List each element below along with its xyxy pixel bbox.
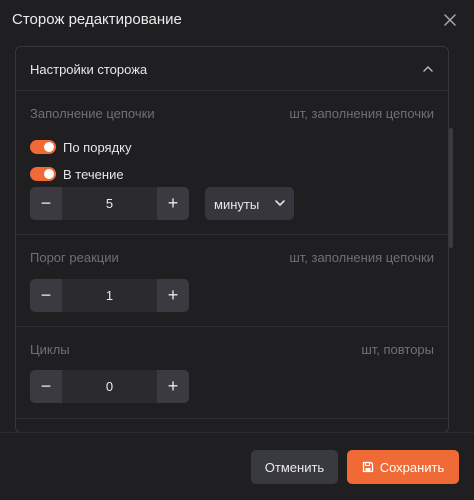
decrement-button[interactable]: − xyxy=(30,187,62,220)
close-icon xyxy=(444,14,456,26)
time-unit-value: минуты xyxy=(214,197,260,212)
cycles-value[interactable]: 0 xyxy=(64,370,155,403)
dialog-titlebar: Сторож редактирование xyxy=(0,0,474,40)
fill-stepper: − 5 + xyxy=(30,187,189,220)
cycles-unit: шт, повторы xyxy=(361,342,434,357)
fill-label: Заполнение цепочки xyxy=(30,106,155,121)
toggle-label: По порядку xyxy=(63,139,132,155)
panel-header[interactable]: Настройки сторожа xyxy=(16,47,448,91)
cycles-label: Циклы xyxy=(30,342,70,357)
decrement-button[interactable]: − xyxy=(30,279,62,312)
threshold-value[interactable]: 1 xyxy=(64,279,155,312)
fill-value[interactable]: 5 xyxy=(64,187,155,220)
save-label: Сохранить xyxy=(379,459,445,475)
increment-button[interactable]: + xyxy=(157,279,189,312)
chevron-down-icon xyxy=(273,196,287,210)
collapse-button[interactable] xyxy=(418,59,438,79)
panel-scrollbar[interactable] xyxy=(449,128,453,248)
fill-unit: шт, заполнения цепочки xyxy=(289,106,434,121)
panel-title: Настройки сторожа xyxy=(30,62,148,77)
threshold-section: Порог реакции шт, заполнения цепочки − 1… xyxy=(16,235,448,327)
decrement-button[interactable]: − xyxy=(30,370,62,403)
increment-button[interactable]: + xyxy=(157,370,189,403)
cancel-button[interactable]: Отменить xyxy=(251,450,338,484)
toggle-switch[interactable] xyxy=(30,167,56,181)
toggle-within[interactable]: В течение xyxy=(30,165,124,183)
toggle-switch[interactable] xyxy=(30,140,56,154)
threshold-stepper: − 1 + xyxy=(30,279,189,312)
chevron-up-icon xyxy=(423,66,433,72)
fill-section: Заполнение цепочки шт, заполнения цепочк… xyxy=(16,91,448,235)
save-icon xyxy=(362,461,374,473)
toggle-in-order[interactable]: По порядку xyxy=(30,138,132,156)
watchdog-settings-panel: Настройки сторожа Заполнение цепочки шт,… xyxy=(15,46,449,433)
threshold-label: Порог реакции xyxy=(30,250,119,265)
increment-button[interactable]: + xyxy=(157,187,189,220)
dialog-title: Сторож редактирование xyxy=(12,11,182,28)
toggle-label: В течение xyxy=(63,166,124,182)
watchdog-edit-dialog: Сторож редактирование Настройки сторожа … xyxy=(0,0,474,500)
cycles-stepper: − 0 + xyxy=(30,370,189,403)
save-button[interactable]: Сохранить xyxy=(347,450,459,484)
dialog-footer: Отменить Сохранить xyxy=(0,432,474,500)
cycles-section: Циклы шт, повторы − 0 + xyxy=(16,327,448,419)
time-unit-select[interactable]: минуты xyxy=(205,187,294,220)
close-button[interactable] xyxy=(438,8,462,32)
threshold-unit: шт, заполнения цепочки xyxy=(289,250,434,265)
